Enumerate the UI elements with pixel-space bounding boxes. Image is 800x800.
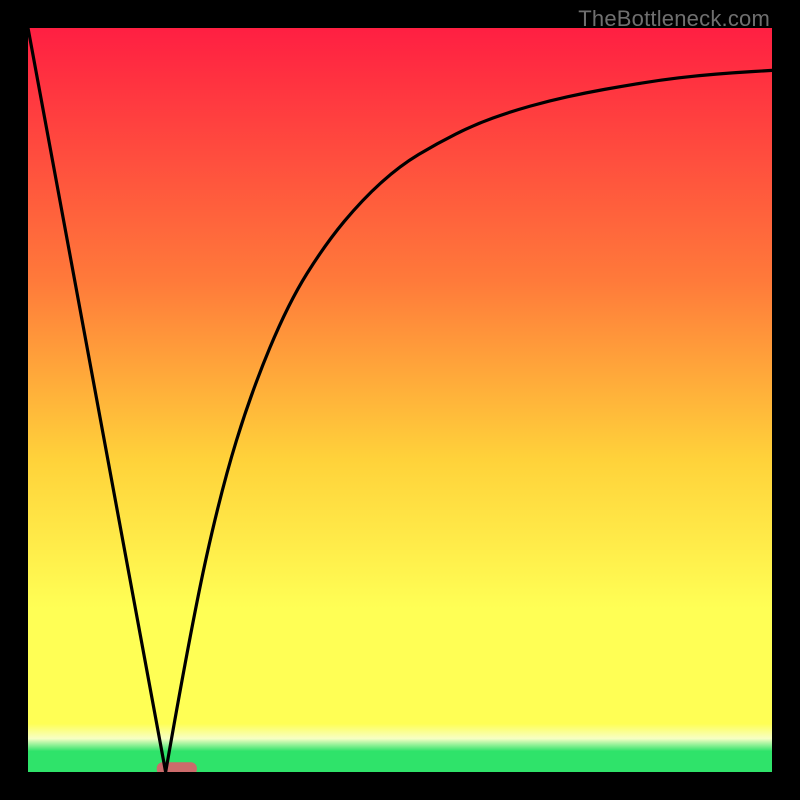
bottleneck-chart xyxy=(28,28,772,772)
gradient-background xyxy=(28,28,772,772)
chart-frame xyxy=(28,28,772,772)
